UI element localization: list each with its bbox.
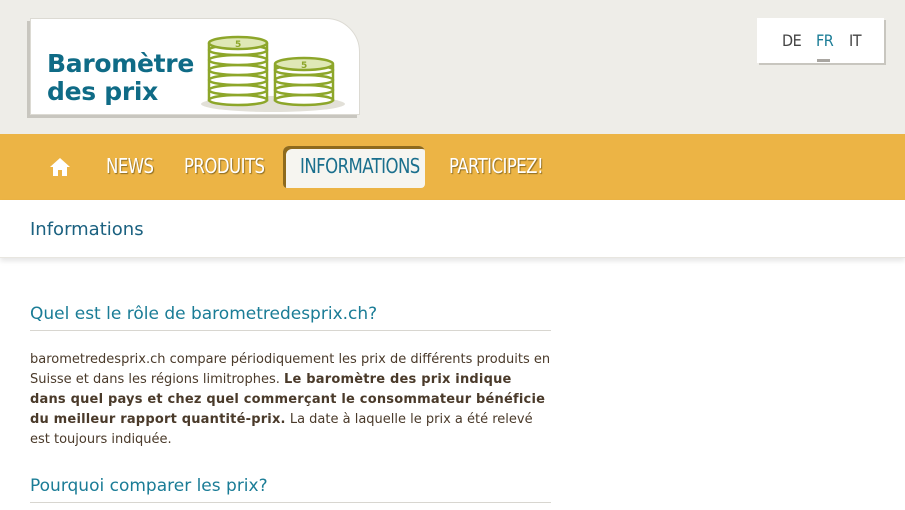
site-header: Baromètre des prix 5 5 DE FR IT	[0, 0, 905, 134]
breadcrumb: Informations	[0, 200, 905, 258]
nav-news[interactable]: NEWS	[106, 152, 154, 180]
section-paragraph-role: barometredesprix.ch compare périodiqueme…	[30, 350, 551, 450]
nav-participez[interactable]: PARTICIPEZ!	[449, 152, 544, 180]
nav-informations[interactable]: INFORMATIONS	[300, 152, 420, 180]
site-logo[interactable]: Baromètre des prix 5 5	[30, 18, 360, 115]
section-heading-role: Quel est le rôle de barometredesprix.ch?	[30, 304, 551, 331]
svg-text:5: 5	[301, 61, 307, 71]
logo-text: Baromètre des prix	[47, 50, 194, 106]
home-icon[interactable]	[49, 156, 71, 178]
nav-produits[interactable]: PRODUITS	[184, 152, 265, 180]
coins-icon: 5 5	[201, 35, 345, 112]
section-heading-compare: Pourquoi comparer les prix?	[30, 476, 551, 503]
lang-de[interactable]: DE	[782, 31, 802, 50]
lang-fr[interactable]: FR	[816, 31, 834, 50]
language-switcher: DE FR IT	[757, 18, 884, 63]
logo-line-2: des prix	[47, 77, 158, 106]
logo-line-1: Baromètre	[47, 49, 194, 78]
lang-it[interactable]: IT	[849, 31, 862, 50]
active-lang-indicator	[817, 59, 830, 62]
svg-text:5: 5	[235, 40, 241, 50]
page-title: Informations	[30, 219, 144, 240]
main-nav: NEWS PRODUITS PARTICIPEZ!	[0, 134, 905, 200]
nav-informations-tab[interactable]: INFORMATIONS	[283, 146, 425, 188]
